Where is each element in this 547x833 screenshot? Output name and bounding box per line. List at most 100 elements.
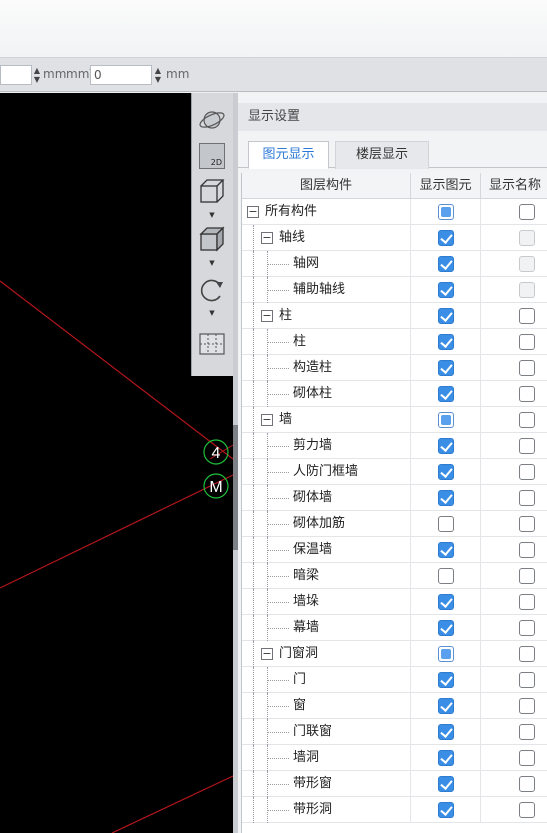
cube-solid-dropdown-icon[interactable]: ▼ <box>207 259 217 267</box>
table-row[interactable]: 人防门框墙 <box>242 459 547 485</box>
show-name-checkbox[interactable] <box>519 464 535 480</box>
tree-connector <box>267 498 289 499</box>
table-row[interactable]: 墙垛 <box>242 589 547 615</box>
collapse-icon[interactable]: − <box>261 310 273 322</box>
show-name-cell <box>481 537 547 563</box>
show-element-checkbox[interactable] <box>438 724 454 740</box>
column-header-show[interactable]: 显示图元 <box>411 173 481 199</box>
layout-grid-button[interactable] <box>197 329 227 359</box>
table-row[interactable]: 带形窗 <box>242 771 547 797</box>
table-row[interactable]: 砌体墙 <box>242 485 547 511</box>
cube-solid-button[interactable] <box>197 225 227 255</box>
show-name-checkbox[interactable] <box>519 204 535 220</box>
table-row[interactable]: 保温墙 <box>242 537 547 563</box>
table-row[interactable]: − 轴线 <box>242 225 547 251</box>
show-element-checkbox[interactable] <box>438 620 454 636</box>
table-row[interactable]: 暗梁 <box>242 563 547 589</box>
show-name-checkbox[interactable] <box>519 568 535 584</box>
show-element-checkbox[interactable] <box>438 646 454 662</box>
show-element-checkbox[interactable] <box>438 438 454 454</box>
layer-name: 墙 <box>279 412 293 427</box>
show-element-checkbox[interactable] <box>438 386 454 402</box>
table-row[interactable]: 柱 <box>242 329 547 355</box>
show-element-checkbox[interactable] <box>438 542 454 558</box>
table-row[interactable]: 门联窗 <box>242 719 547 745</box>
table-row[interactable]: 轴网 <box>242 251 547 277</box>
table-row[interactable]: 辅助轴线 <box>242 277 547 303</box>
table-row[interactable]: 幕墙 <box>242 615 547 641</box>
table-row[interactable]: 砌体加筋 <box>242 511 547 537</box>
show-element-checkbox[interactable] <box>438 334 454 350</box>
show-element-checkbox[interactable] <box>438 490 454 506</box>
table-row[interactable]: 窗 <box>242 693 547 719</box>
orbit-button[interactable] <box>197 105 227 135</box>
table-row[interactable]: 带形洞 <box>242 797 547 823</box>
table-row[interactable]: 砌体柱 <box>242 381 547 407</box>
x-coordinate-input[interactable] <box>0 65 32 85</box>
show-element-checkbox[interactable] <box>438 776 454 792</box>
show-name-checkbox[interactable] <box>519 594 535 610</box>
cube-view-button[interactable] <box>197 177 227 207</box>
show-element-checkbox[interactable] <box>438 594 454 610</box>
show-name-checkbox[interactable] <box>519 360 535 376</box>
show-element-checkbox[interactable] <box>438 802 454 818</box>
show-name-checkbox[interactable] <box>519 776 535 792</box>
rotate-dropdown-icon[interactable]: ▼ <box>207 309 217 317</box>
show-name-checkbox[interactable] <box>519 438 535 454</box>
show-element-checkbox[interactable] <box>438 282 454 298</box>
table-row[interactable]: 墙洞 <box>242 745 547 771</box>
table-row[interactable]: − 柱 <box>242 303 547 329</box>
tree-connector <box>253 537 254 563</box>
show-name-checkbox[interactable] <box>519 334 535 350</box>
show-name-checkbox[interactable] <box>519 386 535 402</box>
tab-element-display[interactable]: 图元显示 <box>248 141 329 169</box>
layer-name-cell: 轴网 <box>242 251 411 277</box>
tab-floor-display[interactable]: 楼层显示 <box>335 141 429 169</box>
table-row[interactable]: 构造柱 <box>242 355 547 381</box>
show-element-checkbox[interactable] <box>438 672 454 688</box>
y-coordinate-input[interactable]: 0 <box>90 65 152 85</box>
show-name-checkbox[interactable] <box>519 516 535 532</box>
show-name-checkbox[interactable] <box>519 672 535 688</box>
table-row[interactable]: − 墙 <box>242 407 547 433</box>
show-name-checkbox[interactable] <box>519 542 535 558</box>
show-element-checkbox[interactable] <box>438 308 454 324</box>
show-name-checkbox[interactable] <box>519 698 535 714</box>
collapse-icon[interactable]: − <box>261 648 273 660</box>
collapse-icon[interactable]: − <box>261 414 273 426</box>
x-spinner[interactable]: ▲ ▼ <box>32 66 42 84</box>
rotate-button[interactable] <box>197 275 227 305</box>
collapse-icon[interactable]: − <box>247 206 259 218</box>
show-name-checkbox[interactable] <box>519 750 535 766</box>
show-element-checkbox[interactable] <box>438 750 454 766</box>
show-element-cell <box>411 745 481 771</box>
collapse-icon[interactable]: − <box>261 232 273 244</box>
show-element-checkbox[interactable] <box>438 230 454 246</box>
column-header-layer[interactable]: 图层构件 <box>242 173 411 199</box>
view-2d-button[interactable]: 2D <box>197 141 227 171</box>
table-row[interactable]: − 门窗洞 <box>242 641 547 667</box>
show-element-checkbox[interactable] <box>438 568 454 584</box>
table-row[interactable]: 门 <box>242 667 547 693</box>
show-name-checkbox[interactable] <box>519 646 535 662</box>
show-name-checkbox[interactable] <box>519 802 535 818</box>
show-name-cell <box>481 225 547 251</box>
column-header-label[interactable]: 显示名称 <box>481 173 547 199</box>
show-element-checkbox[interactable] <box>438 204 454 220</box>
table-row[interactable]: 剪力墙 <box>242 433 547 459</box>
show-element-checkbox[interactable] <box>438 464 454 480</box>
show-name-checkbox[interactable] <box>519 724 535 740</box>
table-row[interactable]: − 所有构件 <box>242 199 547 225</box>
show-name-checkbox[interactable] <box>519 620 535 636</box>
show-name-checkbox[interactable] <box>519 490 535 506</box>
show-element-checkbox[interactable] <box>438 256 454 272</box>
show-element-checkbox[interactable] <box>438 516 454 532</box>
y-unit-label: mm <box>166 67 190 81</box>
show-name-checkbox[interactable] <box>519 412 535 428</box>
show-element-checkbox[interactable] <box>438 698 454 714</box>
show-element-checkbox[interactable] <box>438 412 454 428</box>
cube-view-dropdown-icon[interactable]: ▼ <box>207 211 217 219</box>
show-element-checkbox[interactable] <box>438 360 454 376</box>
show-name-checkbox[interactable] <box>519 308 535 324</box>
y-spinner[interactable]: ▲ ▼ <box>153 66 163 84</box>
